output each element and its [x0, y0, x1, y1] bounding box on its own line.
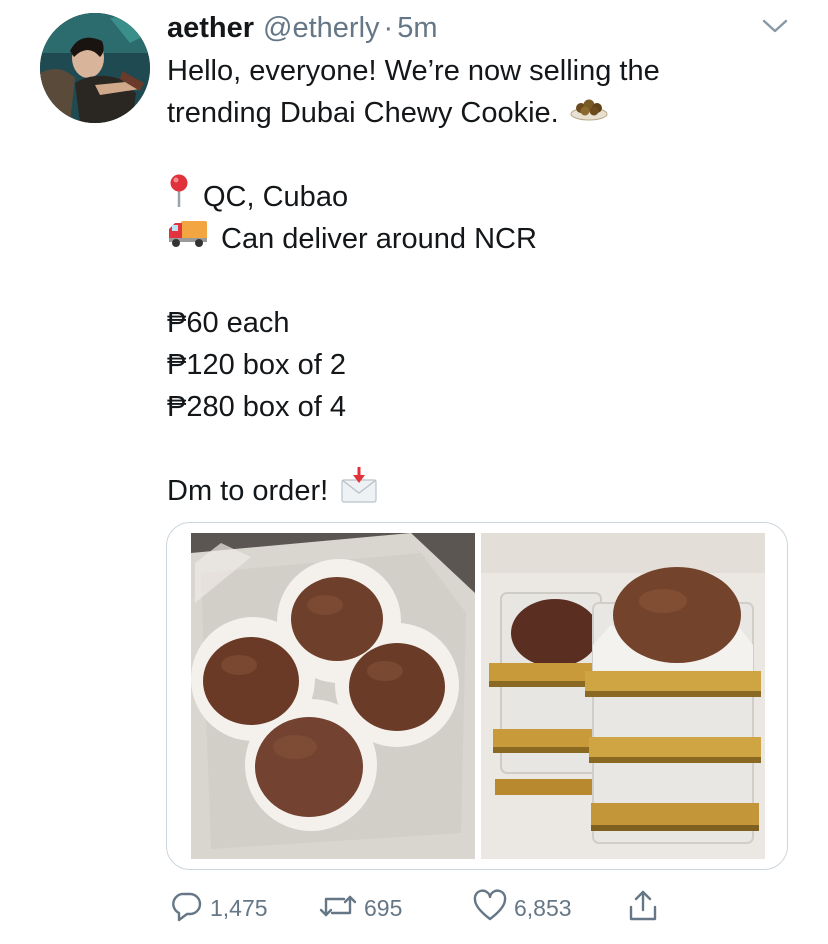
user-handle[interactable]: @etherly	[263, 10, 379, 46]
cookie-plate-emoji-icon	[569, 92, 609, 134]
text-line-price-1: ₱60 each	[167, 307, 290, 339]
share-icon	[626, 888, 660, 929]
tweet-actions: 1,475 695 6,853	[166, 888, 686, 928]
separator-dot: ·	[383, 12, 394, 44]
incoming-envelope-icon	[340, 466, 378, 516]
avatar-image	[40, 13, 150, 123]
tweet: aether @etherly · 5m Hello, everyone! We…	[0, 0, 828, 944]
text-line-price-2: ₱120 box of 2	[167, 349, 346, 381]
text-line-delivery: Can deliver around NCR	[167, 218, 787, 260]
tweet-header: aether @etherly · 5m	[167, 10, 438, 46]
photo-stacked-boxes[interactable]	[481, 533, 765, 859]
retweet-count: 695	[364, 894, 403, 921]
reply-count: 1,475	[210, 894, 268, 921]
delivery-truck-icon	[167, 217, 209, 261]
display-name[interactable]: aether	[167, 10, 254, 46]
text-line-location: QC, Cubao	[167, 173, 787, 221]
retweet-button[interactable]: 695	[318, 888, 402, 928]
media-gallery[interactable]	[166, 522, 788, 870]
share-button[interactable]	[626, 888, 660, 928]
retweet-icon	[318, 889, 358, 928]
text-line-price-3: ₱280 box of 4	[167, 391, 346, 423]
timestamp[interactable]: 5m	[397, 10, 437, 46]
reply-icon	[170, 889, 204, 928]
photo-cookies-container[interactable]	[191, 533, 475, 859]
like-button[interactable]: 6,853	[472, 888, 572, 928]
text-line-order: Dm to order!	[167, 467, 787, 512]
heart-icon	[472, 888, 508, 928]
chevron-down-icon[interactable]	[760, 16, 790, 36]
like-count: 6,853	[514, 894, 572, 921]
text-line-1: Hello, everyone! We’re now selling the	[167, 55, 660, 87]
text-line-2: trending Dubai Chewy Cookie.	[167, 92, 787, 134]
reply-button[interactable]: 1,475	[170, 888, 268, 928]
round-pushpin-icon	[167, 173, 191, 221]
avatar[interactable]	[40, 13, 150, 123]
tweet-text: Hello, everyone! We’re now selling the t…	[167, 50, 787, 512]
